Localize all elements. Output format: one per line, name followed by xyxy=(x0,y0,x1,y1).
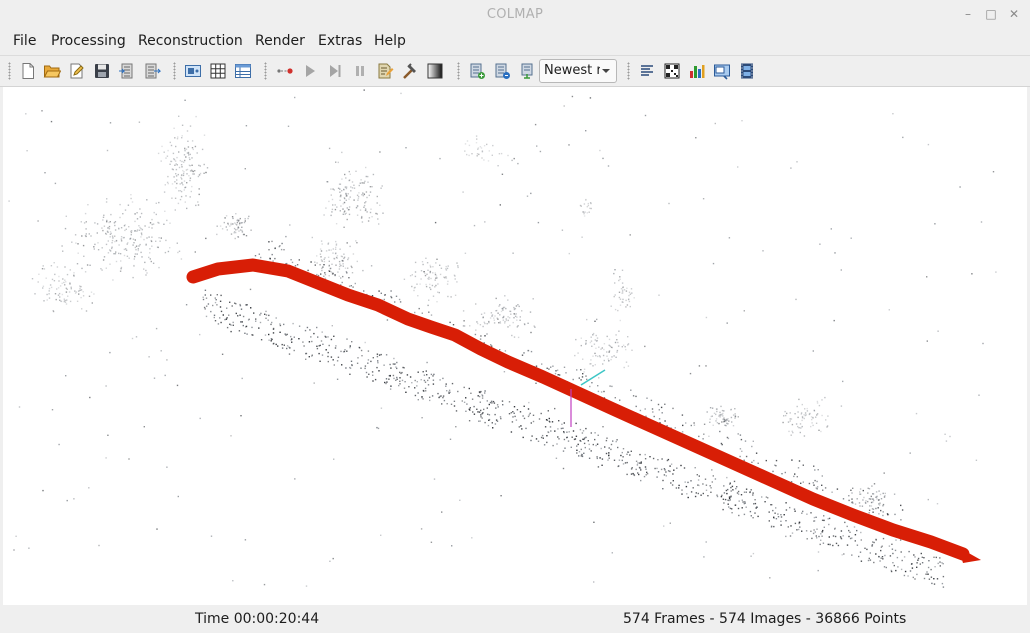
export-model-icon[interactable] xyxy=(143,62,161,80)
minimize-icon[interactable]: – xyxy=(961,7,975,21)
reconstruction-scene[interactable] xyxy=(3,87,1027,605)
toolbar-grip[interactable] xyxy=(627,62,630,80)
chevron-down-icon xyxy=(602,69,610,73)
model-viewport[interactable] xyxy=(3,87,1027,605)
feature-extraction-icon[interactable] xyxy=(184,62,202,80)
menu-processing[interactable]: Processing xyxy=(51,33,126,49)
toolbar-grip[interactable] xyxy=(8,62,11,80)
open-project-icon[interactable] xyxy=(43,62,61,80)
menu-render[interactable]: Render xyxy=(255,33,305,49)
reconstruction-select[interactable]: Newest r xyxy=(539,59,617,83)
edit-project-icon[interactable] xyxy=(68,62,86,80)
grab-image-icon[interactable] xyxy=(713,62,731,80)
render-point-icon[interactable] xyxy=(518,62,536,80)
log-icon[interactable] xyxy=(638,62,656,80)
title-bar: COLMAP – □ ✕ xyxy=(0,0,1030,30)
menu-bar: File Processing Reconstruction Render Ex… xyxy=(0,30,1030,54)
menu-extras[interactable]: Extras xyxy=(318,33,362,49)
step-reconstruction-icon[interactable] xyxy=(326,62,344,80)
toolbar-grip[interactable] xyxy=(264,62,267,80)
feature-matching-icon[interactable] xyxy=(209,62,227,80)
database-management-icon[interactable] xyxy=(234,62,252,80)
trajectory-end-marker xyxy=(958,547,981,563)
menu-file[interactable]: File xyxy=(13,33,36,49)
maximize-icon[interactable]: □ xyxy=(984,7,998,21)
reconstruction-select-value: Newest r xyxy=(544,63,600,78)
reconstruction-stats-icon[interactable] xyxy=(688,62,706,80)
pause-reconstruction-icon[interactable] xyxy=(351,62,369,80)
window-title: COLMAP xyxy=(486,7,544,22)
status-time: Time 00:00:20:44 xyxy=(195,611,320,627)
render-add-icon[interactable] xyxy=(468,62,486,80)
bundle-adjustment-icon[interactable] xyxy=(401,62,419,80)
automatic-reconstruction-icon[interactable] xyxy=(276,62,294,80)
status-bar: Time 00:00:20:44 574 Frames - 574 Images… xyxy=(0,606,1030,633)
grab-movie-icon[interactable] xyxy=(738,62,756,80)
start-reconstruction-icon[interactable] xyxy=(301,62,319,80)
camera-trajectory xyxy=(186,258,970,561)
import-model-icon[interactable] xyxy=(118,62,136,80)
toolbar-grip[interactable] xyxy=(457,62,460,80)
toolbar: Newest r xyxy=(0,55,1030,87)
render-options-icon[interactable] xyxy=(493,62,511,80)
reconstruction-options-icon[interactable] xyxy=(376,62,394,80)
dense-reconstruction-icon[interactable] xyxy=(426,62,444,80)
close-icon[interactable]: ✕ xyxy=(1007,7,1021,21)
menu-help[interactable]: Help xyxy=(374,33,406,49)
menu-reconstruction[interactable]: Reconstruction xyxy=(138,33,243,49)
toolbar-grip[interactable] xyxy=(173,62,176,80)
match-matrix-icon[interactable] xyxy=(663,62,681,80)
status-counts: 574 Frames - 574 Images - 36866 Points xyxy=(623,611,907,627)
save-project-icon[interactable] xyxy=(93,62,111,80)
new-project-icon[interactable] xyxy=(19,62,37,80)
